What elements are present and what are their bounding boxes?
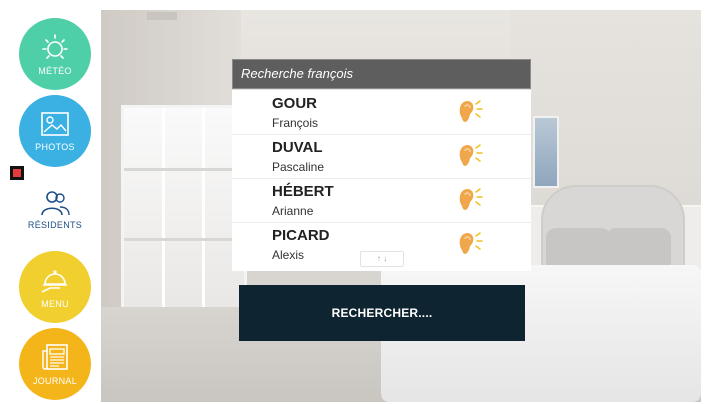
ear-icon[interactable] [456, 98, 486, 126]
resident-last-name: HÉBERT [272, 183, 334, 200]
resident-first-name: Alexis [272, 248, 305, 262]
ear-icon[interactable] [456, 230, 486, 258]
newspaper-icon [39, 343, 71, 373]
search-button[interactable]: RECHERCHER.... [239, 285, 525, 341]
wall-art [533, 116, 559, 188]
sidebar-item-meteo[interactable]: MÉTÉO [19, 18, 91, 90]
list-item[interactable]: HÉBERT Arianne [232, 178, 531, 223]
sidebar-item-label: RÉSIDENTS [27, 219, 83, 230]
resident-first-name: Arianne [272, 204, 314, 218]
resident-search-panel: Recherche françois GOUR François DUVAL P… [232, 59, 531, 271]
resident-first-name: François [272, 116, 319, 130]
sidebar: MÉTÉO PHOTOS RÉSIDENTS MENU JOURNAL [10, 10, 101, 402]
window [121, 105, 247, 326]
resident-last-name: PICARD [272, 227, 330, 244]
list-item[interactable]: DUVAL Pascaline [232, 134, 531, 179]
sidebar-item-residents[interactable]: RÉSIDENTS [19, 173, 91, 245]
sidebar-item-label: MÉTÉO [38, 65, 72, 76]
cloche-icon [38, 266, 72, 296]
resident-last-name: DUVAL [272, 139, 323, 156]
sun-icon [38, 33, 72, 63]
image-icon [39, 111, 71, 139]
ceiling-vent [147, 12, 177, 20]
sidebar-item-photos[interactable]: PHOTOS [19, 95, 91, 167]
sidebar-item-menu[interactable]: MENU [19, 251, 91, 323]
panel-title: Recherche françois [232, 59, 531, 89]
sidebar-item-journal[interactable]: JOURNAL [19, 328, 91, 400]
stop-icon[interactable] [10, 166, 24, 180]
resident-list[interactable]: GOUR François DUVAL Pascaline HÉBERT Ari… [232, 90, 531, 271]
list-item[interactable]: GOUR François [232, 90, 531, 135]
sidebar-item-label: MENU [41, 298, 69, 309]
sidebar-item-label: JOURNAL [32, 375, 78, 386]
ear-icon[interactable] [456, 186, 486, 214]
sidebar-item-label: PHOTOS [35, 141, 75, 152]
scroll-arrows[interactable]: ↑ ↓ [360, 251, 404, 267]
resident-first-name: Pascaline [272, 160, 325, 174]
resident-last-name: GOUR [272, 95, 317, 112]
ear-icon[interactable] [456, 142, 486, 170]
people-icon [38, 189, 72, 217]
